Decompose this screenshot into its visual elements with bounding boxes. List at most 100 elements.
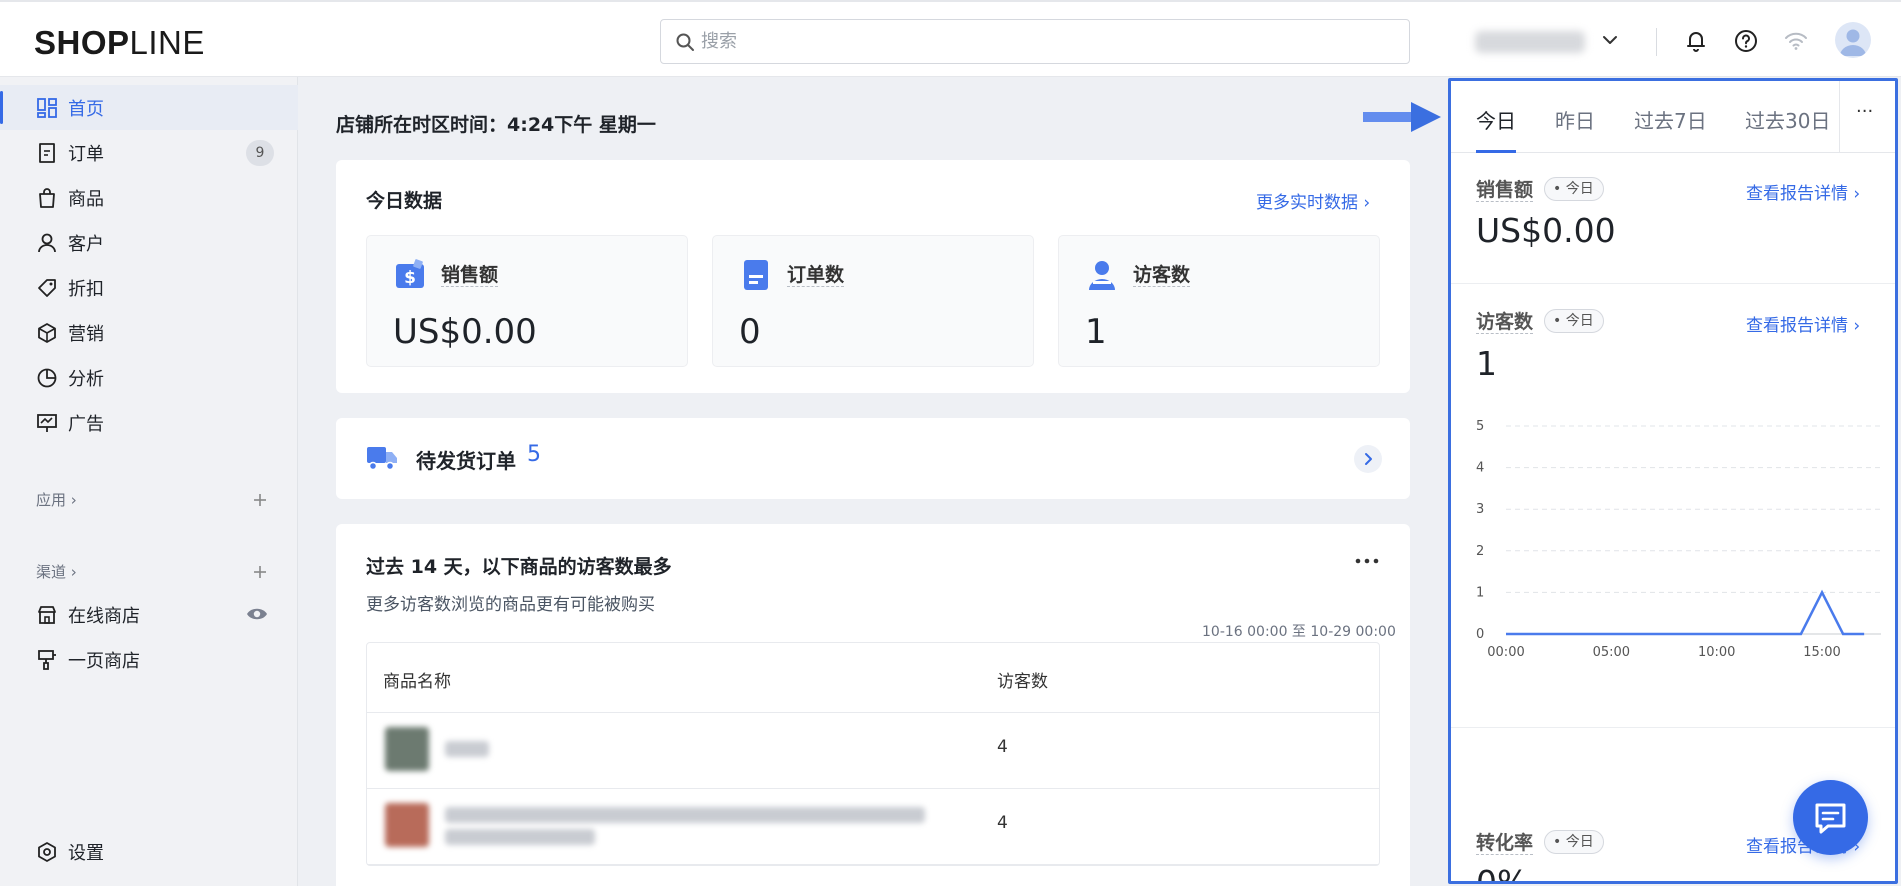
sidebar-item-ads[interactable]: 广告 bbox=[0, 400, 298, 445]
sidebar-item-analytics[interactable]: 分析 bbox=[0, 355, 298, 400]
visitors-title: 访客数 bbox=[1476, 311, 1534, 334]
delivery-truck-icon bbox=[367, 447, 397, 471]
stat-value: US$0.00 bbox=[393, 312, 537, 352]
today-data-title: 今日数据 bbox=[366, 190, 443, 212]
chat-support-button[interactable] bbox=[1793, 780, 1868, 855]
products-icon bbox=[39, 188, 55, 208]
sidebar: 首页 订单 9 商品 客户 折扣 营销 分析 广告 应用 › 渠道 › 在线商店… bbox=[0, 77, 298, 886]
top-products-card: 过去 14 天，以下商品的访客数最多 更多访客数浏览的商品更有可能被购买 10-… bbox=[336, 524, 1410, 886]
top-products-subtitle: 更多访客数浏览的商品更有可能被购买 bbox=[366, 595, 655, 615]
wifi-icon[interactable] bbox=[1783, 28, 1809, 54]
top-header: SHOPLINE bbox=[0, 0, 1901, 77]
product-thumbnail bbox=[385, 727, 429, 771]
add-channel-icon[interactable] bbox=[250, 562, 270, 582]
sidebar-item-settings[interactable]: 设置 bbox=[0, 829, 298, 874]
stat-label: 订单数 bbox=[787, 264, 845, 287]
search-box[interactable] bbox=[660, 19, 1410, 64]
date-range: 10-16 00:00 至 10-29 00:00 bbox=[1202, 624, 1396, 640]
x-tick-label: 10:00 bbox=[1698, 645, 1735, 660]
y-tick-label: 0 bbox=[1476, 627, 1484, 642]
shopline-logo[interactable]: SHOPLINE bbox=[34, 24, 205, 62]
conversion-value: 0% bbox=[1476, 863, 1529, 884]
sales-title: 销售额 bbox=[1476, 179, 1534, 202]
table-row[interactable]: 4 bbox=[367, 789, 1379, 865]
sidebar-item-label: 分析 bbox=[68, 369, 104, 390]
sidebar-item-customers[interactable]: 客户 bbox=[0, 220, 298, 265]
avatar[interactable] bbox=[1835, 22, 1871, 58]
sidebar-item-home[interactable]: 首页 bbox=[0, 85, 298, 130]
more-realtime-data-link[interactable]: 更多实时数据 › bbox=[1256, 188, 1370, 213]
orders-icon bbox=[39, 143, 55, 163]
tab-today[interactable]: 今日 bbox=[1476, 105, 1516, 134]
svg-text:$: $ bbox=[404, 268, 416, 288]
pending-shipments-count[interactable]: 5 bbox=[527, 442, 541, 467]
x-tick-label: 00:00 bbox=[1487, 645, 1524, 660]
x-tick-label: 15:00 bbox=[1803, 645, 1840, 660]
wallet-icon: $ bbox=[396, 259, 424, 288]
search-icon bbox=[676, 33, 694, 51]
eye-icon[interactable] bbox=[246, 605, 268, 623]
product-name-blurred bbox=[445, 741, 489, 757]
visitors-details-link[interactable]: 查看报告详情 › bbox=[1746, 311, 1860, 336]
stat-value: 0 bbox=[739, 312, 761, 352]
top-products-table: 商品名称 访客数 4 4 bbox=[366, 642, 1380, 866]
stat-card-visitors[interactable]: 访客数 1 bbox=[1058, 235, 1380, 367]
sidebar-item-discounts[interactable]: 折扣 bbox=[0, 265, 298, 310]
sidebar-item-label: 首页 bbox=[68, 99, 104, 120]
more-options-icon[interactable] bbox=[1354, 556, 1380, 566]
chevron-down-icon[interactable] bbox=[1600, 30, 1620, 50]
tab-last-30-days[interactable]: 过去30日 bbox=[1745, 105, 1830, 134]
period-pill: • 今日 bbox=[1544, 177, 1604, 201]
more-dots-icon: ··· bbox=[1856, 101, 1874, 122]
sidebar-item-one-page-store[interactable]: 一页商店 bbox=[0, 637, 298, 682]
stat-label: 访客数 bbox=[1133, 264, 1191, 287]
sidebar-item-marketing[interactable]: 营销 bbox=[0, 310, 298, 355]
visitors-cell: 4 bbox=[997, 813, 1008, 833]
visitor-icon bbox=[1089, 261, 1115, 290]
sidebar-item-products[interactable]: 商品 bbox=[0, 175, 298, 220]
y-tick-label: 4 bbox=[1476, 461, 1484, 476]
y-tick-label: 5 bbox=[1476, 419, 1484, 434]
settings-gear-icon bbox=[38, 842, 56, 862]
period-tabs: 今日 昨日 过去7日 过去30日 ··· bbox=[1451, 81, 1895, 153]
pending-shipments-arrow[interactable] bbox=[1354, 445, 1382, 473]
product-thumbnail bbox=[385, 803, 429, 847]
one-page-store-icon bbox=[38, 650, 56, 670]
sales-value: US$0.00 bbox=[1476, 211, 1616, 250]
pending-shipments-title: 待发货订单 bbox=[416, 449, 516, 473]
x-tick-label: 05:00 bbox=[1593, 645, 1630, 660]
help-icon[interactable] bbox=[1733, 28, 1759, 54]
table-row[interactable]: 4 bbox=[367, 713, 1379, 789]
visitors-cell: 4 bbox=[997, 737, 1008, 757]
stat-value: 1 bbox=[1085, 312, 1107, 352]
sidebar-item-online-store[interactable]: 在线商店 bbox=[0, 592, 298, 637]
sidebar-item-orders[interactable]: 订单 9 bbox=[0, 130, 298, 175]
visitors-series-line bbox=[1506, 589, 1865, 636]
y-tick-label: 2 bbox=[1476, 544, 1484, 559]
logo-text-light: LINE bbox=[129, 24, 205, 61]
sales-section: 销售额 • 今日 查看报告详情 › US$0.00 bbox=[1451, 153, 1895, 284]
sidebar-item-label: 商品 bbox=[68, 189, 104, 210]
stat-card-orders[interactable]: 订单数 0 bbox=[712, 235, 1034, 367]
conversion-title: 转化率 bbox=[1476, 832, 1534, 855]
store-name-blurred[interactable] bbox=[1475, 31, 1585, 53]
sidebar-item-label: 营销 bbox=[68, 324, 104, 345]
stat-card-sales[interactable]: $ 销售额 US$0.00 bbox=[366, 235, 688, 367]
visitors-value: 1 bbox=[1476, 344, 1497, 383]
period-pill: • 今日 bbox=[1544, 309, 1604, 333]
bell-icon[interactable] bbox=[1683, 28, 1709, 54]
search-input[interactable] bbox=[701, 20, 1391, 63]
top-products-title: 过去 14 天，以下商品的访客数最多 bbox=[366, 556, 672, 578]
tab-last-7-days[interactable]: 过去7日 bbox=[1634, 105, 1707, 134]
pending-shipments-card[interactable]: 待发货订单 5 bbox=[336, 418, 1410, 499]
channels-section-label[interactable]: 渠道 › bbox=[36, 561, 77, 582]
apps-section-label[interactable]: 应用 › bbox=[36, 489, 77, 510]
store-timezone-time: 店铺所在时区时间：4:24下午 星期一 bbox=[336, 114, 656, 136]
sales-details-link[interactable]: 查看报告详情 › bbox=[1746, 179, 1860, 204]
marketing-icon bbox=[38, 323, 56, 343]
add-app-icon[interactable] bbox=[250, 490, 270, 510]
header-divider bbox=[1656, 28, 1657, 56]
tabs-more-button[interactable]: ··· bbox=[1839, 81, 1895, 153]
orders-count-badge: 9 bbox=[246, 140, 274, 166]
tab-yesterday[interactable]: 昨日 bbox=[1555, 105, 1595, 134]
